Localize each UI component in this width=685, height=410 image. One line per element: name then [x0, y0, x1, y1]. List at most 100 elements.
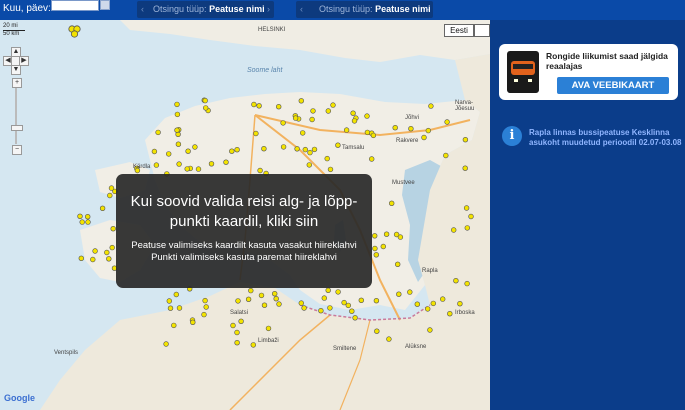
bus-stop-marker[interactable]	[468, 213, 474, 220]
bus-stop-marker[interactable]	[425, 127, 431, 134]
bus-stop-marker[interactable]	[395, 261, 401, 268]
bus-stop-marker[interactable]	[77, 213, 83, 220]
bus-stop-marker[interactable]	[245, 296, 252, 302]
bus-stop-marker[interactable]	[174, 101, 180, 108]
bus-stop-marker[interactable]	[108, 185, 115, 191]
bus-stop-marker[interactable]	[110, 226, 116, 232]
bus-stop-marker[interactable]	[99, 205, 106, 212]
bus-stop-marker[interactable]	[372, 233, 378, 239]
bus-stop-marker[interactable]	[389, 200, 395, 207]
bus-stop-marker[interactable]	[257, 167, 263, 174]
bus-stop-marker[interactable]	[307, 149, 313, 156]
bus-stop-marker[interactable]	[166, 298, 173, 304]
bus-stop-marker[interactable]	[298, 300, 304, 306]
open-webmap-button[interactable]: AVA VEEBIKAART	[557, 77, 669, 94]
bus-stop-marker[interactable]	[428, 103, 434, 109]
bus-stop-marker[interactable]	[203, 105, 209, 111]
bus-stop-marker[interactable]	[173, 291, 180, 298]
search-type-selector-destination[interactable]: ‹ Otsingu tüüp: Peatuse nimi ›	[296, 1, 433, 18]
bus-stop-marker[interactable]	[85, 219, 91, 225]
bus-stop-marker[interactable]	[78, 255, 85, 262]
date-input[interactable]	[51, 0, 99, 11]
bus-stop-marker[interactable]	[447, 311, 453, 317]
map-type-eesti[interactable]: Eesti	[444, 24, 474, 37]
bus-stop-marker[interactable]	[201, 311, 207, 318]
bus-stop-marker[interactable]	[345, 302, 351, 309]
bus-stop-marker[interactable]	[234, 329, 240, 336]
bus-stop-marker[interactable]	[335, 289, 341, 295]
bus-stop-marker[interactable]	[280, 120, 286, 126]
bus-stop-marker[interactable]	[258, 292, 265, 299]
bus-stop-marker[interactable]	[343, 127, 350, 133]
bus-stop-marker[interactable]	[174, 127, 180, 133]
bus-stop-marker[interactable]	[321, 295, 327, 301]
bus-stop-marker[interactable]	[392, 124, 398, 131]
bus-stop-marker[interactable]	[167, 305, 174, 311]
bus-stop-marker[interactable]	[79, 219, 85, 225]
bus-stop-marker[interactable]	[90, 256, 96, 263]
bus-stop-marker[interactable]	[272, 291, 278, 297]
chevron-left-icon[interactable]: ‹	[300, 1, 303, 18]
bus-stop-marker[interactable]	[327, 305, 333, 311]
bus-stop-marker[interactable]	[298, 98, 304, 104]
bus-stop-marker[interactable]	[256, 103, 262, 109]
chevron-right-icon[interactable]: ›	[426, 1, 429, 18]
bus-stop-marker[interactable]	[327, 166, 334, 173]
bus-stop-marker[interactable]	[335, 142, 341, 148]
bus-stop-marker[interactable]	[185, 148, 191, 154]
bus-stop-marker[interactable]	[370, 132, 377, 139]
bus-stop-marker[interactable]	[301, 305, 307, 311]
bus-stop-marker[interactable]	[229, 148, 235, 154]
bus-stop-marker[interactable]	[386, 336, 392, 342]
bus-stop-marker[interactable]	[104, 249, 110, 256]
zoom-slider-handle[interactable]	[11, 125, 23, 131]
bus-stop-marker[interactable]	[208, 161, 215, 167]
chevron-left-icon[interactable]: ‹	[141, 1, 144, 18]
bus-stop-marker[interactable]	[373, 252, 379, 258]
bus-stop-marker[interactable]	[393, 231, 400, 238]
bus-stop-marker[interactable]	[261, 302, 268, 308]
bus-stop-marker[interactable]	[195, 166, 202, 172]
bus-stop-marker[interactable]	[265, 325, 272, 332]
bus-stop-marker[interactable]	[464, 280, 470, 287]
bus-stop-marker[interactable]	[407, 289, 413, 295]
bus-stop-marker[interactable]	[364, 113, 370, 119]
bus-stop-marker[interactable]	[174, 111, 181, 118]
map-instructions-overlay[interactable]: Kui soovid valida reisi alg- ja lõpp-pun…	[116, 174, 372, 288]
bus-stop-marker[interactable]	[302, 146, 308, 153]
bus-stop-marker[interactable]	[430, 300, 436, 307]
bus-stop-marker[interactable]	[457, 301, 463, 307]
bus-stop-marker[interactable]	[310, 108, 316, 114]
calendar-icon[interactable]	[100, 0, 110, 10]
bus-stop-marker[interactable]	[300, 130, 306, 136]
stops-cluster-icon[interactable]	[67, 24, 82, 39]
bus-stop-marker[interactable]	[250, 342, 257, 348]
bus-stop-marker[interactable]	[153, 162, 160, 168]
chevron-right-icon[interactable]: ›	[267, 1, 270, 18]
overlay-title[interactable]: Kui soovid valida reisi alg- ja lõpp-pun…	[122, 192, 366, 232]
bus-stop-marker[interactable]	[373, 298, 380, 304]
bus-stop-marker[interactable]	[151, 148, 158, 155]
bus-stop-marker[interactable]	[230, 322, 236, 329]
bus-stop-marker[interactable]	[372, 245, 378, 252]
bus-stop-marker[interactable]	[171, 322, 177, 329]
bus-stop-marker[interactable]	[248, 287, 254, 294]
bus-stop-marker[interactable]	[176, 161, 182, 167]
bus-stop-marker[interactable]	[364, 129, 371, 136]
bus-stop-marker[interactable]	[374, 328, 380, 334]
bus-stop-marker[interactable]	[234, 340, 240, 346]
bus-stop-marker[interactable]	[444, 119, 450, 125]
bus-stop-marker[interactable]	[223, 159, 229, 165]
bus-stop-marker[interactable]	[155, 129, 161, 136]
bus-stop-marker[interactable]	[109, 244, 115, 251]
bus-stop-marker[interactable]	[318, 308, 324, 314]
bus-stop-marker[interactable]	[349, 308, 355, 314]
pan-down-button[interactable]: ▼	[11, 65, 21, 75]
bus-stop-marker[interactable]	[427, 327, 433, 333]
bus-stop-marker[interactable]	[175, 141, 182, 147]
bus-stop-marker[interactable]	[414, 301, 420, 307]
bus-stop-marker[interactable]	[107, 192, 113, 199]
bus-stop-marker[interactable]	[234, 146, 240, 153]
bus-stop-marker[interactable]	[238, 318, 244, 324]
bus-stop-marker[interactable]	[358, 297, 364, 303]
